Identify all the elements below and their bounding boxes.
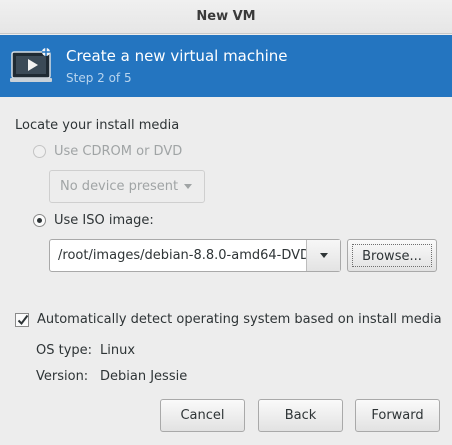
os-type-value: Linux: [100, 343, 136, 358]
auto-detect-row[interactable]: Automatically detect operating system ba…: [15, 312, 442, 327]
cdrom-radio-label: Use CDROM or DVD: [54, 144, 183, 159]
cdrom-radio[interactable]: [33, 145, 46, 158]
window-title: New VM: [196, 9, 256, 24]
iso-radio[interactable]: [33, 214, 46, 227]
checkmark-icon: [17, 314, 29, 325]
wizard-step-indicator: Step 2 of 5: [66, 71, 132, 85]
wizard-header-banner: Create a new virtual machine Step 2 of 5: [0, 35, 452, 97]
device-select[interactable]: No device present: [49, 170, 205, 203]
computer-screen-icon: [10, 46, 54, 86]
iso-path-combo[interactable]: /root/images/debian-8.8.0-amd64-DVD-1.is…: [49, 239, 341, 272]
forward-button[interactable]: Forward: [355, 399, 440, 432]
back-button[interactable]: Back: [258, 399, 343, 432]
iso-radio-label: Use ISO image:: [54, 213, 154, 228]
iso-history-dropdown-button[interactable]: [306, 240, 340, 271]
version-value: Debian Jessie: [100, 369, 188, 384]
device-select-value: No device present: [60, 179, 179, 194]
install-media-section-label: Locate your install media: [15, 118, 180, 133]
iso-radio-row[interactable]: Use ISO image:: [33, 213, 154, 228]
os-type-label: OS type:: [36, 343, 93, 358]
auto-detect-checkbox[interactable]: [15, 312, 29, 327]
browse-button[interactable]: Browse...: [347, 239, 437, 272]
wizard-title: Create a new virtual machine: [66, 47, 288, 65]
chevron-down-icon: [319, 253, 328, 258]
chevron-down-icon: [184, 184, 192, 189]
browse-button-label: Browse...: [352, 244, 432, 267]
iso-path-input[interactable]: /root/images/debian-8.8.0-amd64-DVD-1.is…: [50, 240, 306, 271]
cancel-button[interactable]: Cancel: [160, 399, 245, 432]
auto-detect-label: Automatically detect operating system ba…: [37, 312, 442, 327]
window-titlebar: New VM: [0, 0, 452, 34]
version-label: Version:: [36, 369, 89, 384]
cdrom-radio-row[interactable]: Use CDROM or DVD: [33, 144, 182, 159]
